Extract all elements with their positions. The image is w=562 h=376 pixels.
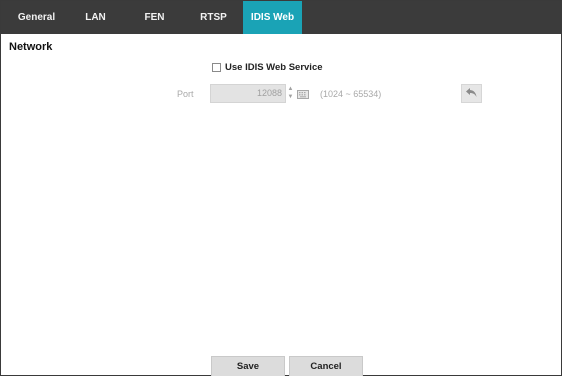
undo-icon xyxy=(465,85,478,103)
use-web-service-checkbox[interactable] xyxy=(212,63,221,72)
tab-bar: General LAN FEN RTSP IDIS Web xyxy=(1,1,562,34)
cancel-button[interactable]: Cancel xyxy=(289,356,363,376)
spin-down-icon[interactable]: ▼ xyxy=(286,93,295,101)
spin-up-icon[interactable]: ▲ xyxy=(286,85,295,93)
port-stepper[interactable]: ▲ ▼ xyxy=(286,85,295,102)
tab-lan[interactable]: LAN xyxy=(66,1,125,34)
tab-idis-web[interactable]: IDIS Web xyxy=(243,1,302,34)
port-range-hint: (1024 ~ 65534) xyxy=(320,89,382,99)
tab-fen[interactable]: FEN xyxy=(125,1,184,34)
tab-general[interactable]: General xyxy=(7,1,66,34)
section-title: Network xyxy=(9,41,53,53)
use-web-service-row[interactable]: Use IDIS Web Service xyxy=(212,62,323,73)
keyboard-icon[interactable] xyxy=(297,87,309,99)
tab-rtsp[interactable]: RTSP xyxy=(184,1,243,34)
undo-button[interactable] xyxy=(461,84,482,103)
settings-window: General LAN FEN RTSP IDIS Web Network Us… xyxy=(0,0,562,376)
port-label: Port xyxy=(177,89,194,99)
save-button[interactable]: Save xyxy=(211,356,285,376)
port-input[interactable]: 12088 xyxy=(210,84,286,103)
use-web-service-label: Use IDIS Web Service xyxy=(225,62,323,73)
